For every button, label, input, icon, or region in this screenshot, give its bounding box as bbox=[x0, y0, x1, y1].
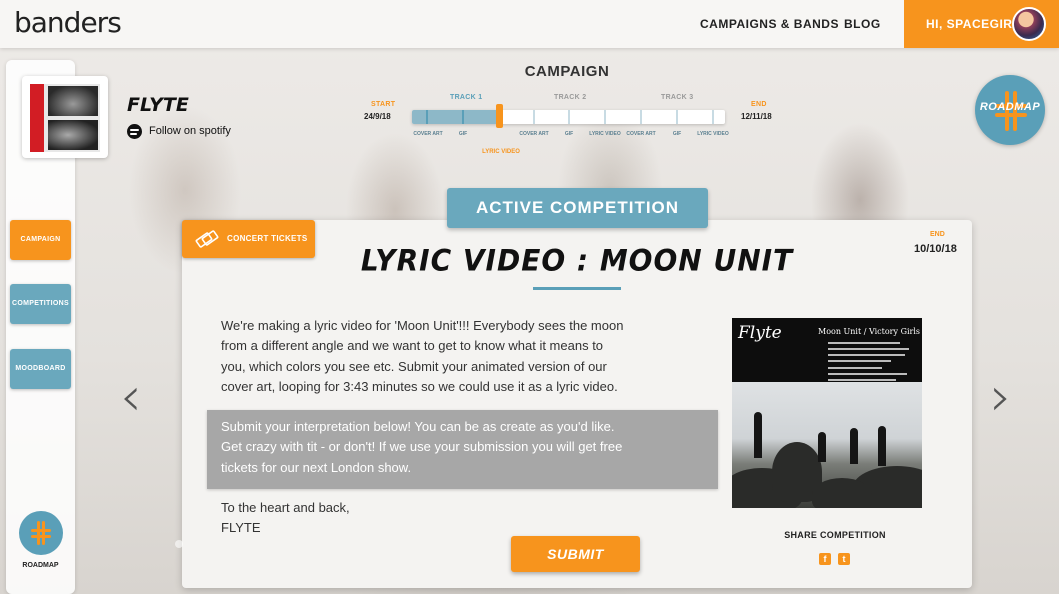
milestone-label: GIF bbox=[672, 131, 682, 137]
cover-subtitle: Moon Unit / Victory Girls bbox=[818, 327, 920, 336]
milestone-label: COVER ART bbox=[413, 131, 443, 137]
timeline-progress bbox=[412, 110, 498, 124]
timeline-tick[interactable] bbox=[533, 110, 535, 124]
sidebar-item-campaign[interactable]: CAMPAIGN bbox=[10, 220, 71, 260]
nav-campaigns-bands[interactable]: CAMPAIGNS & BANDS bbox=[700, 17, 839, 31]
milestone-label: GIF bbox=[564, 131, 574, 137]
signoff: To the heart and back, FLYTE bbox=[221, 500, 350, 536]
user-menu[interactable]: HI, SPACEGIRL bbox=[904, 0, 1059, 48]
user-greeting: HI, SPACEGIRL bbox=[926, 17, 1021, 31]
milestone-label: COVER ART bbox=[519, 131, 549, 137]
timeline-track-1[interactable]: TRACK 1 bbox=[450, 94, 482, 101]
avatar[interactable] bbox=[1012, 7, 1046, 41]
cover-photo bbox=[732, 382, 922, 508]
milestone-label: COVER ART bbox=[626, 131, 656, 137]
timeline-tick[interactable] bbox=[426, 110, 428, 124]
timeline-track-3[interactable]: TRACK 3 bbox=[661, 94, 693, 101]
timeline-tick[interactable] bbox=[712, 110, 714, 124]
title-underline bbox=[533, 287, 621, 290]
sidebar-item-moodboard[interactable]: MOODBOARD bbox=[10, 349, 71, 389]
milestone-label: GIF bbox=[458, 131, 468, 137]
competition-end-label: END bbox=[930, 231, 945, 238]
cover-title: Flyte bbox=[738, 323, 782, 343]
timeline-start-date: 24/9/18 bbox=[364, 112, 391, 121]
timeline-tick[interactable] bbox=[568, 110, 570, 124]
chevron-left-icon[interactable]: ‹ bbox=[120, 365, 142, 428]
twitter-icon[interactable]: t bbox=[838, 553, 850, 565]
album-thumbnail[interactable] bbox=[22, 76, 108, 158]
band-name: FLYTE bbox=[127, 94, 189, 116]
follow-on-spotify-link[interactable]: Follow on spotify bbox=[127, 123, 231, 139]
timeline-start-label: START bbox=[371, 101, 396, 108]
submit-button[interactable]: SUBMIT bbox=[511, 536, 640, 572]
ticket-icon bbox=[195, 230, 219, 248]
timeline-end-date: 12/11/18 bbox=[741, 112, 772, 121]
chevron-right-icon[interactable]: › bbox=[990, 365, 1012, 428]
roadmap-button[interactable]: ROADMAP bbox=[975, 75, 1045, 145]
cover-art-image: Flyte Moon Unit / Victory Girls bbox=[732, 318, 922, 508]
timeline-tick[interactable] bbox=[604, 110, 606, 124]
nav-blog[interactable]: BLOG bbox=[844, 17, 881, 31]
active-competition-banner: ACTIVE COMPETITION bbox=[447, 188, 708, 228]
top-header: banders CAMPAIGNS & BANDS BLOG HI, SPACE… bbox=[0, 0, 1059, 48]
sidebar-roadmap-label: ROADMAP bbox=[22, 562, 59, 569]
competition-description: We're making a lyric video for 'Moon Uni… bbox=[221, 318, 624, 394]
spotify-icon bbox=[127, 123, 142, 139]
carousel-dot[interactable] bbox=[175, 540, 183, 548]
cover-small-print bbox=[828, 342, 918, 385]
banders-logo[interactable]: banders bbox=[14, 6, 122, 39]
highlight-text: Submit your interpretation below! You ca… bbox=[221, 419, 623, 475]
album-art bbox=[30, 84, 100, 152]
timeline-end-label: END bbox=[751, 101, 767, 108]
sidebar-item-competitions[interactable]: COMPETITIONS bbox=[10, 284, 71, 324]
campaign-title: CAMPAIGN bbox=[524, 63, 610, 80]
timeline-tick[interactable] bbox=[676, 110, 678, 124]
milestone-label: LYRIC VIDEO bbox=[697, 131, 729, 137]
milestone-label-current: LYRIC VIDEO bbox=[482, 149, 520, 155]
timeline-tick[interactable] bbox=[462, 110, 464, 124]
timeline-current-marker[interactable] bbox=[496, 104, 503, 128]
milestone-label: LYRIC VIDEO bbox=[589, 131, 621, 137]
facebook-icon[interactable]: f bbox=[819, 553, 831, 565]
roadmap-label: ROADMAP bbox=[979, 101, 1041, 113]
timeline-track-2[interactable]: TRACK 2 bbox=[554, 94, 586, 101]
competition-title: LYRIC VIDEO : MOON UNIT bbox=[360, 243, 794, 278]
competition-end-date: 10/10/18 bbox=[914, 243, 957, 255]
timeline-tick[interactable] bbox=[640, 110, 642, 124]
spotify-label: Follow on spotify bbox=[149, 125, 231, 137]
sidebar-roadmap-button[interactable] bbox=[19, 511, 63, 555]
share-competition-label: SHARE COMPETITION bbox=[784, 530, 886, 540]
